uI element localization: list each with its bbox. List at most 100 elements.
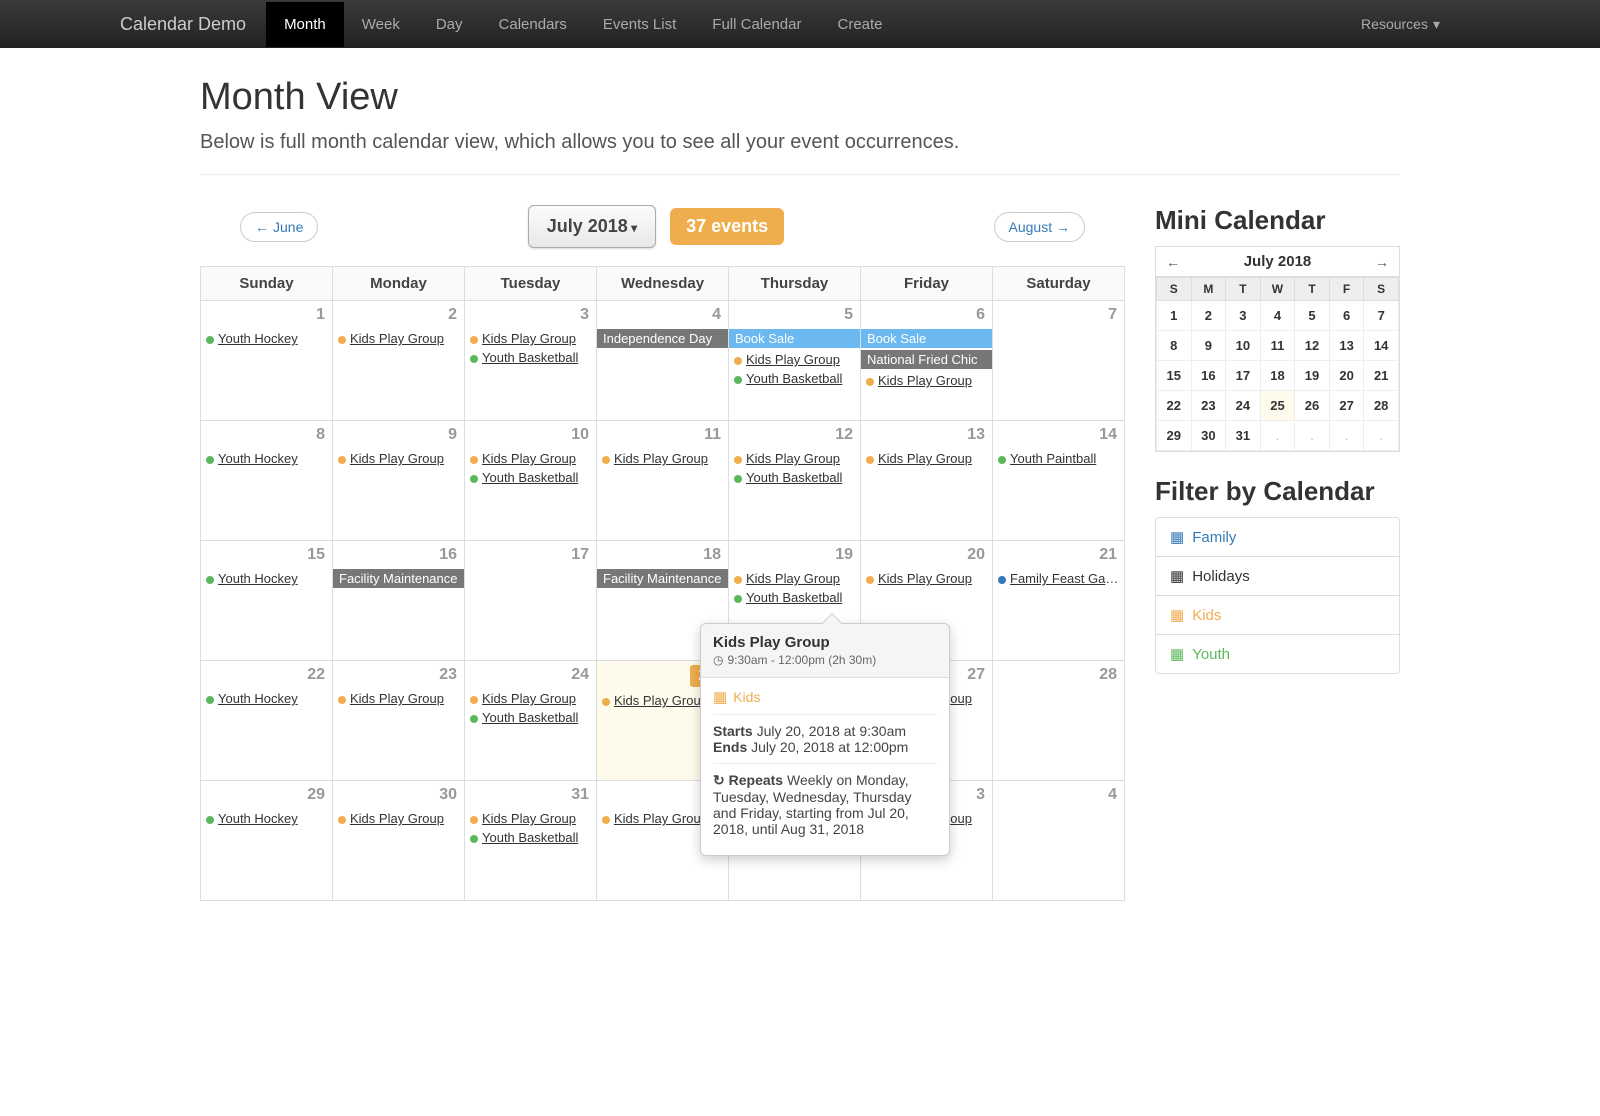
calendar-cell[interactable]: 24Kids Play GroupYouth Basketball <box>465 661 597 781</box>
event-item[interactable]: Youth Basketball <box>465 348 596 367</box>
calendar-cell[interactable]: 9Kids Play Group <box>333 421 465 541</box>
calendar-cell[interactable]: 4 <box>993 781 1125 901</box>
mini-day[interactable]: 7 <box>1364 301 1399 331</box>
event-link[interactable]: Youth Basketball <box>482 350 578 365</box>
calendar-cell[interactable]: 28 <box>993 661 1125 781</box>
prev-month-button[interactable]: June <box>240 212 318 242</box>
event-link[interactable]: Kids Play Group <box>746 352 840 367</box>
calendar-cell[interactable]: 10Kids Play GroupYouth Basketball <box>465 421 597 541</box>
calendar-cell[interactable]: 30Kids Play Group <box>333 781 465 901</box>
popover-category[interactable]: Kids <box>713 688 937 714</box>
event-link[interactable]: Youth Basketball <box>746 371 842 386</box>
event-link[interactable]: Kids Play Group <box>482 451 576 466</box>
event-item[interactable]: Youth Hockey <box>201 329 332 348</box>
event-link[interactable]: Kids Play Group <box>350 691 444 706</box>
event-item[interactable]: Youth Basketball <box>465 708 596 727</box>
mini-day[interactable]: 10 <box>1226 331 1261 361</box>
mini-prev-button[interactable]: ← <box>1166 254 1180 270</box>
calendar-cell[interactable]: 11Kids Play Group <box>597 421 729 541</box>
event-link[interactable]: Kids Play Group <box>746 451 840 466</box>
event-item[interactable]: Kids Play Group <box>465 329 596 348</box>
calendar-cell[interactable]: 7 <box>993 301 1125 421</box>
calendar-cell[interactable]: 8Youth Hockey <box>201 421 333 541</box>
event-link[interactable]: Kids Play Group <box>350 811 444 826</box>
nav-item-week[interactable]: Week <box>344 2 418 47</box>
mini-day[interactable]: 2 <box>1191 301 1226 331</box>
calendar-cell[interactable]: 14Youth Paintball <box>993 421 1125 541</box>
event-link[interactable]: Youth Basketball <box>746 590 842 605</box>
mini-day[interactable]: 11 <box>1260 331 1295 361</box>
event-item[interactable]: Youth Hockey <box>201 689 332 708</box>
event-link[interactable]: Kids Play Group <box>482 691 576 706</box>
calendar-cell[interactable]: 17 <box>465 541 597 661</box>
mini-day[interactable]: 13 <box>1329 331 1364 361</box>
mini-day[interactable]: 27 <box>1329 391 1364 421</box>
event-bar[interactable]: Book Sale <box>861 329 992 348</box>
event-link[interactable]: Kids Play Group <box>482 811 576 826</box>
event-link[interactable]: Kids Play Group <box>614 811 708 826</box>
event-link[interactable]: Kids Play Group <box>746 571 840 586</box>
mini-day[interactable]: 3 <box>1226 301 1261 331</box>
event-link[interactable]: Youth Basketball <box>482 710 578 725</box>
event-item[interactable]: Kids Play Group <box>729 569 860 588</box>
nav-item-calendars[interactable]: Calendars <box>481 2 585 47</box>
event-link[interactable]: Youth Hockey <box>218 811 298 826</box>
event-bar[interactable]: Facility Maintenance <box>333 569 464 588</box>
mini-next-button[interactable]: → <box>1375 254 1389 270</box>
event-item[interactable]: Youth Basketball <box>465 468 596 487</box>
mini-day[interactable]: 23 <box>1191 391 1226 421</box>
nav-resources[interactable]: Resources ▾ <box>1361 16 1440 33</box>
nav-item-events-list[interactable]: Events List <box>585 2 694 47</box>
calendar-cell[interactable]: 31Kids Play GroupYouth Basketball <box>465 781 597 901</box>
event-item[interactable]: Kids Play Group <box>333 809 464 828</box>
filter-item-family[interactable]: Family <box>1156 518 1399 557</box>
event-item[interactable]: Kids Play Group <box>333 329 464 348</box>
calendar-cell[interactable]: 21Family Feast Gathe <box>993 541 1125 661</box>
event-bar[interactable]: Independence Day <box>597 329 728 348</box>
event-link[interactable]: Youth Basketball <box>746 470 842 485</box>
event-item[interactable]: Family Feast Gathe <box>993 569 1124 588</box>
calendar-cell[interactable]: 15Youth Hockey <box>201 541 333 661</box>
event-item[interactable]: Youth Basketball <box>729 369 860 388</box>
event-link[interactable]: Kids Play Group <box>614 451 708 466</box>
event-item[interactable]: Youth Paintball <box>993 449 1124 468</box>
event-link[interactable]: Youth Basketball <box>482 470 578 485</box>
calendar-cell[interactable]: 6Book SaleNational Fried ChicKids Play G… <box>861 301 993 421</box>
mini-day[interactable]: 22 <box>1157 391 1192 421</box>
event-link[interactable]: Kids Play Group <box>614 693 708 708</box>
calendar-cell[interactable]: 13Kids Play Group <box>861 421 993 541</box>
event-link[interactable]: Youth Basketball <box>482 830 578 845</box>
calendar-cell[interactable]: 4Independence Day <box>597 301 729 421</box>
mini-day[interactable]: 26 <box>1295 391 1330 421</box>
mini-day[interactable]: 24 <box>1226 391 1261 421</box>
event-item[interactable]: Kids Play Group <box>729 449 860 468</box>
mini-day[interactable]: 1 <box>1157 301 1192 331</box>
event-item[interactable]: Kids Play Group <box>861 371 992 390</box>
mini-day[interactable]: 28 <box>1364 391 1399 421</box>
event-item[interactable]: Youth Hockey <box>201 569 332 588</box>
event-link[interactable]: Youth Hockey <box>218 691 298 706</box>
nav-item-month[interactable]: Month <box>266 2 344 47</box>
nav-item-day[interactable]: Day <box>418 2 481 47</box>
calendar-cell[interactable]: 23Kids Play Group <box>333 661 465 781</box>
event-link[interactable]: Kids Play Group <box>878 451 972 466</box>
event-item[interactable]: Kids Play Group <box>729 350 860 369</box>
mini-day[interactable]: 18 <box>1260 361 1295 391</box>
event-item[interactable]: Kids Play Group <box>465 449 596 468</box>
event-item[interactable]: Youth Basketball <box>465 828 596 847</box>
event-item[interactable]: Youth Basketball <box>729 468 860 487</box>
event-item[interactable]: Youth Hockey <box>201 809 332 828</box>
mini-day[interactable]: 6 <box>1329 301 1364 331</box>
calendar-cell[interactable]: 1Youth Hockey <box>201 301 333 421</box>
mini-day[interactable]: 4 <box>1260 301 1295 331</box>
calendar-cell[interactable]: 22Youth Hockey <box>201 661 333 781</box>
calendar-cell[interactable]: 2Kids Play Group <box>333 301 465 421</box>
filter-item-holidays[interactable]: Holidays <box>1156 557 1399 596</box>
event-link[interactable]: Youth Hockey <box>218 451 298 466</box>
event-bar[interactable]: National Fried Chic <box>861 350 992 369</box>
event-link[interactable]: Kids Play Group <box>482 331 576 346</box>
mini-day[interactable]: 8 <box>1157 331 1192 361</box>
event-item[interactable]: Youth Basketball <box>729 588 860 607</box>
event-link[interactable]: Kids Play Group <box>350 331 444 346</box>
event-item[interactable]: Kids Play Group <box>465 689 596 708</box>
